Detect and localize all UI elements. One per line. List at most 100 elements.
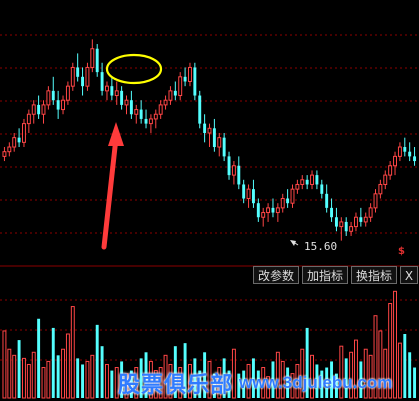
volume-bar: [95, 324, 99, 398]
candle: [222, 132, 226, 162]
candle: [408, 142, 412, 162]
volume-bar: [397, 342, 402, 399]
volume-bar: [70, 306, 75, 399]
volume-bar: [81, 364, 85, 398]
candle: [330, 198, 334, 222]
candle: [256, 198, 260, 222]
annotation-layer: 15.60: [101, 53, 337, 253]
candle: [217, 132, 222, 157]
modify-params-button[interactable]: 改参数: [253, 266, 300, 284]
candle: [413, 147, 417, 166]
volume-bar: [100, 346, 104, 398]
candle: [7, 142, 12, 157]
volume-bar: [408, 352, 412, 398]
volume-bar: [2, 330, 7, 399]
candle: [139, 100, 143, 124]
candle: [17, 128, 21, 148]
candle: [26, 109, 31, 133]
grid-lines: [0, 34, 419, 361]
candle: [144, 109, 148, 129]
candle: [12, 132, 17, 152]
candle: [129, 90, 133, 119]
volume-bar: [65, 333, 70, 399]
candle: [266, 203, 271, 222]
candle: [183, 67, 187, 87]
volume-bar: [76, 358, 80, 398]
candle: [188, 62, 192, 87]
dollar-marker: $: [398, 246, 405, 257]
candle: [227, 151, 231, 180]
kline-chart: 15.60: [0, 34, 419, 399]
candle: [46, 86, 51, 110]
candle: [246, 184, 251, 208]
indicator-toolbar: 改参数 加指标 换指标 X: [253, 266, 419, 284]
candle: [305, 175, 309, 190]
candle: [61, 95, 65, 115]
volume-bar: [85, 360, 90, 399]
candle: [56, 90, 60, 119]
candle: [105, 81, 109, 101]
candle: [339, 217, 344, 241]
volume-bar: [110, 370, 114, 398]
volume-bar: [7, 348, 12, 399]
candle: [203, 114, 207, 143]
candle: [349, 221, 354, 236]
candle: [403, 137, 407, 157]
candle: [320, 179, 324, 199]
candle: [193, 62, 197, 101]
min-price-label: 15.60: [304, 240, 337, 253]
candle: [363, 212, 368, 227]
candle: [231, 161, 236, 185]
candle: [158, 100, 163, 119]
candle: [242, 179, 246, 204]
candle: [37, 95, 41, 119]
volume-bar: [51, 327, 55, 398]
volume-bar: [56, 355, 60, 398]
candle: [359, 207, 363, 227]
candle: [237, 156, 241, 190]
candle: [168, 86, 173, 105]
candle: [173, 81, 177, 101]
volume-bar: [46, 360, 51, 399]
candle: [120, 86, 124, 110]
candle: [388, 161, 393, 180]
candle: [251, 179, 255, 208]
candle: [310, 170, 314, 190]
up-arrow: [101, 122, 124, 250]
candle: [90, 39, 95, 73]
watermark-url: www.3djulebu.com: [239, 373, 393, 392]
candle: [148, 114, 153, 133]
volume-bar: [31, 351, 36, 399]
candle: [70, 62, 75, 91]
candle: [110, 76, 114, 101]
volume-bar: [41, 367, 46, 399]
candle: [373, 189, 378, 213]
candle: [368, 203, 373, 222]
candle: [124, 95, 129, 115]
candle: [300, 175, 305, 190]
candle: [85, 62, 90, 91]
candlestick-series: [2, 39, 417, 241]
candle: [271, 198, 275, 218]
candle: [198, 90, 202, 129]
min-price-marker: 15.60: [290, 240, 337, 253]
candle: [178, 72, 183, 101]
candle: [31, 100, 36, 124]
candle: [275, 203, 280, 222]
candle: [207, 123, 212, 148]
candle: [354, 212, 358, 232]
candle: [397, 142, 402, 162]
switch-indicator-button[interactable]: 换指标: [351, 266, 398, 284]
add-indicator-button[interactable]: 加指标: [302, 266, 349, 284]
candle: [334, 207, 338, 232]
candle: [2, 147, 7, 162]
volume-bar: [403, 334, 407, 398]
candle: [51, 76, 55, 105]
volume-bar: [17, 340, 21, 398]
candle: [378, 179, 383, 199]
candle: [383, 170, 388, 190]
volume-bar: [61, 348, 65, 399]
watermark: 股票俱乐部 www.3djulebu.com: [118, 368, 392, 398]
volume-bar: [22, 357, 26, 399]
close-icon[interactable]: X: [400, 266, 419, 284]
